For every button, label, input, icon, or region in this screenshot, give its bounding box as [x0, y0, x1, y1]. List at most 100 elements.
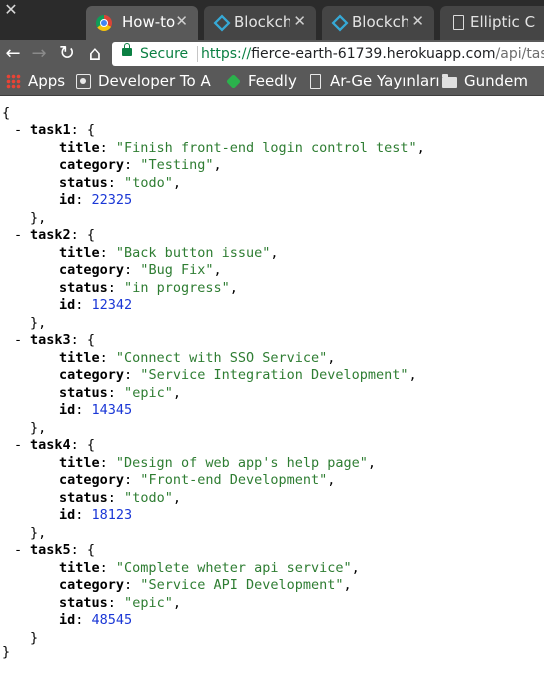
quote: "	[115, 454, 125, 471]
punctuation: :	[99, 559, 116, 576]
collapse-toggle[interactable]: -	[14, 542, 22, 559]
collapse-toggle[interactable]: -	[14, 227, 22, 244]
punctuation: : {	[70, 437, 96, 453]
quote: "	[124, 279, 133, 296]
task-key-line: task3: {	[30, 332, 95, 349]
punctuation: ,	[213, 262, 222, 278]
field-status: status: "in progress",	[59, 280, 238, 297]
task-key-line: task5: {	[30, 542, 95, 559]
field-key-status: status	[59, 174, 108, 191]
bookmark-ar-ge[interactable]: Ar-Ge Yayınları	[308, 68, 440, 96]
bookmarks-bar: Apps Developer To Ar Feedly Ar-Ge Yayınl…	[0, 68, 544, 96]
punctuation: }	[30, 629, 39, 646]
field-id: id: 48545	[59, 612, 132, 629]
address-bar[interactable]: Secure https://fierce-earth-61739.heroku…	[112, 42, 544, 66]
chrome-icon	[96, 15, 112, 31]
punctuation: :	[99, 349, 116, 366]
bookmark-developer[interactable]: Developer To Ar	[76, 68, 212, 96]
punctuation: :	[75, 402, 92, 418]
open-brace: {	[2, 105, 11, 121]
quote: "	[400, 367, 409, 383]
field-key-title: title	[59, 244, 100, 261]
field-key-id: id	[59, 297, 76, 313]
punctuation: ,	[351, 559, 360, 576]
tab-blockchain-2[interactable]: Blockcha ✕	[322, 6, 434, 40]
quote: "	[124, 489, 133, 506]
bookmark-label: Feedly	[248, 72, 297, 90]
punctuation: : {	[70, 122, 96, 138]
task-key: task4	[30, 437, 71, 453]
quote: "	[164, 384, 173, 401]
reload-button[interactable]: ↻	[58, 40, 76, 68]
task-key: task2	[30, 227, 71, 243]
collapse-toggle[interactable]: -	[14, 122, 22, 139]
punctuation: :	[124, 157, 141, 173]
field-status: status: "epic",	[59, 385, 181, 402]
punctuation: :	[124, 472, 141, 488]
punctuation: },	[30, 209, 47, 226]
bookmark-feedly[interactable]: Feedly	[226, 68, 300, 96]
field-key-id: id	[59, 192, 76, 208]
punctuation: :	[107, 174, 125, 191]
field-value-id: 18123	[91, 507, 133, 523]
back-button[interactable]: ←	[4, 40, 22, 68]
diamond-icon	[213, 14, 231, 32]
json-viewer: { - task1: {title: "Finish front-end logi…	[0, 96, 544, 677]
field-value-category: Service API Development	[148, 577, 336, 593]
home-button[interactable]: ⌂	[85, 40, 105, 68]
quote: "	[124, 384, 133, 401]
tab-how-to[interactable]: How-to C ✕	[86, 6, 198, 40]
folder-icon	[442, 74, 457, 88]
field-title: title: "Back button issue",	[59, 245, 279, 262]
field-category: category: "Service API Development",	[59, 577, 352, 594]
field-value-title: Connect with SSO Service	[124, 349, 320, 366]
field-key-category: category	[59, 262, 125, 278]
bookmark-apps[interactable]: Apps	[6, 68, 66, 96]
bookmark-gundem[interactable]: Gundem	[442, 68, 542, 96]
collapse-toggle[interactable]: -	[14, 332, 22, 349]
field-key-status: status	[59, 594, 108, 611]
tab-elliptic[interactable]: Elliptic C	[440, 6, 544, 40]
quote: "	[359, 454, 368, 471]
url-scheme: https://	[201, 46, 252, 62]
field-key-status: status	[59, 279, 108, 296]
field-value-title: Design of web app's help page	[124, 454, 360, 471]
punctuation: : {	[70, 332, 96, 348]
url-path: /api/tasks	[495, 46, 544, 62]
field-status: status: "todo",	[59, 490, 181, 507]
tab-title: Blockcha	[234, 13, 290, 31]
quote: "	[115, 559, 125, 576]
punctuation: :	[75, 507, 92, 523]
window-close-icon[interactable]: ✕	[0, 0, 22, 22]
punctuation: ,	[172, 174, 181, 191]
field-value-id: 12342	[91, 297, 133, 313]
tab-blockchain-1[interactable]: Blockcha ✕	[204, 6, 316, 40]
field-id: id: 18123	[59, 507, 132, 524]
quote: "	[164, 489, 173, 506]
punctuation: ,	[416, 139, 425, 156]
field-category: category: "Testing",	[59, 157, 222, 174]
feedly-icon	[226, 74, 241, 89]
punctuation: ,	[327, 472, 336, 488]
close-icon[interactable]: ✕	[175, 12, 188, 30]
close-icon[interactable]: ✕	[411, 12, 424, 30]
punctuation: :	[107, 594, 125, 611]
field-key-title: title	[59, 559, 100, 576]
quote: "	[115, 139, 125, 156]
field-value-title: Finish front-end login control test	[124, 139, 409, 156]
field-key-title: title	[59, 454, 100, 471]
collapse-toggle[interactable]: -	[14, 437, 22, 454]
punctuation: ,	[172, 594, 181, 611]
task-close: },	[30, 210, 46, 227]
apps-grid-icon	[6, 74, 21, 89]
field-value-title: Complete wheter api service	[124, 559, 344, 576]
punctuation: ,	[408, 367, 417, 383]
field-category: category: "Front-end Development",	[59, 472, 335, 489]
close-icon[interactable]: ✕	[293, 12, 306, 30]
punctuation: :	[124, 367, 141, 383]
forward-button[interactable]: →	[30, 40, 48, 68]
url-text[interactable]: https://fierce-earth-61739.herokuapp.com…	[201, 42, 544, 66]
tab-title: How-to C	[122, 13, 178, 31]
punctuation: :	[107, 384, 125, 401]
document-icon	[453, 15, 464, 30]
